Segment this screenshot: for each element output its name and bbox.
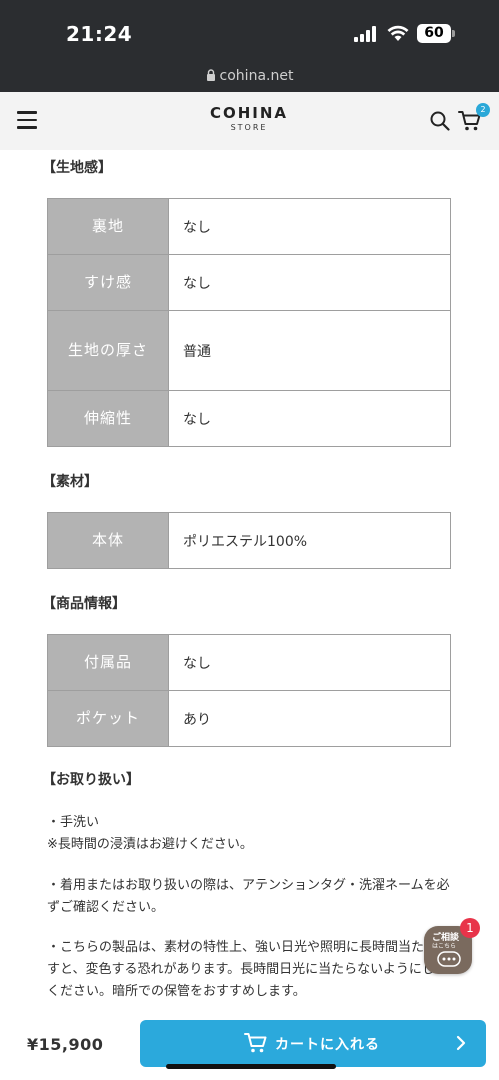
table-row: すけ感 なし: [47, 254, 451, 311]
cart-count-badge: 2: [476, 103, 490, 117]
spec-label: 裏地: [47, 198, 169, 255]
spec-value: あり: [168, 690, 451, 747]
product-price: ¥15,900: [27, 1035, 104, 1054]
signal-icon: [354, 26, 376, 42]
spec-label: 付属品: [47, 634, 169, 691]
spec-value: ポリエステル100%: [168, 512, 451, 569]
spec-label: 生地の厚さ: [47, 310, 169, 391]
status-time: 21:24: [66, 22, 133, 46]
spec-label: ポケット: [47, 690, 169, 747]
logo-brand: COHINA: [209, 104, 289, 122]
info-spec-table: 付属品 なし ポケット あり: [47, 634, 451, 747]
search-icon[interactable]: [429, 110, 451, 132]
section-title-care: 【お取り扱い】: [42, 772, 140, 788]
care-paragraph: ・着用またはお取り扱いの際は、アテンションタグ・洗濯ネームを必ずご確認ください。: [47, 878, 450, 915]
spec-label: 伸縮性: [47, 390, 169, 447]
section-title-material: 【素材】: [42, 474, 98, 490]
table-row: 裏地 なし: [47, 198, 451, 255]
spec-value: なし: [168, 634, 451, 691]
spec-value: なし: [168, 254, 451, 311]
chat-notification-badge: 1: [460, 918, 480, 938]
home-indicator: [166, 1064, 336, 1069]
chat-bubble-icon: [437, 951, 461, 967]
battery-tip: [452, 30, 455, 37]
spec-label: すけ感: [47, 254, 169, 311]
browser-url-bar[interactable]: cohina.net: [0, 64, 499, 92]
spec-label: 本体: [47, 512, 169, 569]
site-header: COHINA STORE: [0, 92, 499, 150]
spec-value: なし: [168, 390, 451, 447]
logo-subtext: STORE: [230, 123, 268, 132]
status-bar: 21:24 60: [0, 0, 499, 64]
spec-value: なし: [168, 198, 451, 255]
spec-value: 普通: [168, 310, 451, 391]
add-to-cart-button[interactable]: カートに入れる: [140, 1020, 486, 1067]
url-domain: cohina.net: [219, 68, 294, 84]
table-row: ポケット あり: [47, 690, 451, 747]
chevron-right-icon: [456, 1035, 466, 1051]
fabric-spec-table: 裏地 なし すけ感 なし 生地の厚さ 普通 伸縮性 なし: [47, 198, 451, 447]
url-display[interactable]: cohina.net: [0, 68, 499, 84]
purchase-bar: ¥15,900 カートに入れる: [0, 1013, 499, 1080]
chat-label-sub: はこちら: [432, 943, 457, 950]
care-line: ※長時間の浸漬はお避けください。: [47, 837, 253, 852]
lock-icon: [206, 69, 215, 81]
battery-indicator: 60: [417, 24, 451, 43]
table-row: 本体 ポリエステル100%: [47, 512, 451, 569]
section-title-fabric: 【生地感】: [42, 160, 112, 176]
section-title-info: 【商品情報】: [42, 596, 126, 612]
table-row: 付属品 なし: [47, 634, 451, 691]
site-logo[interactable]: COHINA STORE: [190, 104, 308, 132]
care-paragraph: ・こちらの製品は、素材の特性上、強い日光や照明に長時間当たりますと、変色する恐れ…: [47, 940, 451, 999]
table-row: 伸縮性 なし: [47, 390, 451, 447]
material-spec-table: 本体 ポリエステル100%: [47, 512, 451, 569]
table-row: 生地の厚さ 普通: [47, 310, 451, 391]
hamburger-menu-icon[interactable]: [17, 111, 39, 131]
care-line: ・手洗い: [47, 815, 100, 830]
cart-icon: [244, 1033, 267, 1053]
add-to-cart-label: カートに入れる: [275, 1037, 380, 1053]
wifi-icon: [387, 25, 409, 41]
